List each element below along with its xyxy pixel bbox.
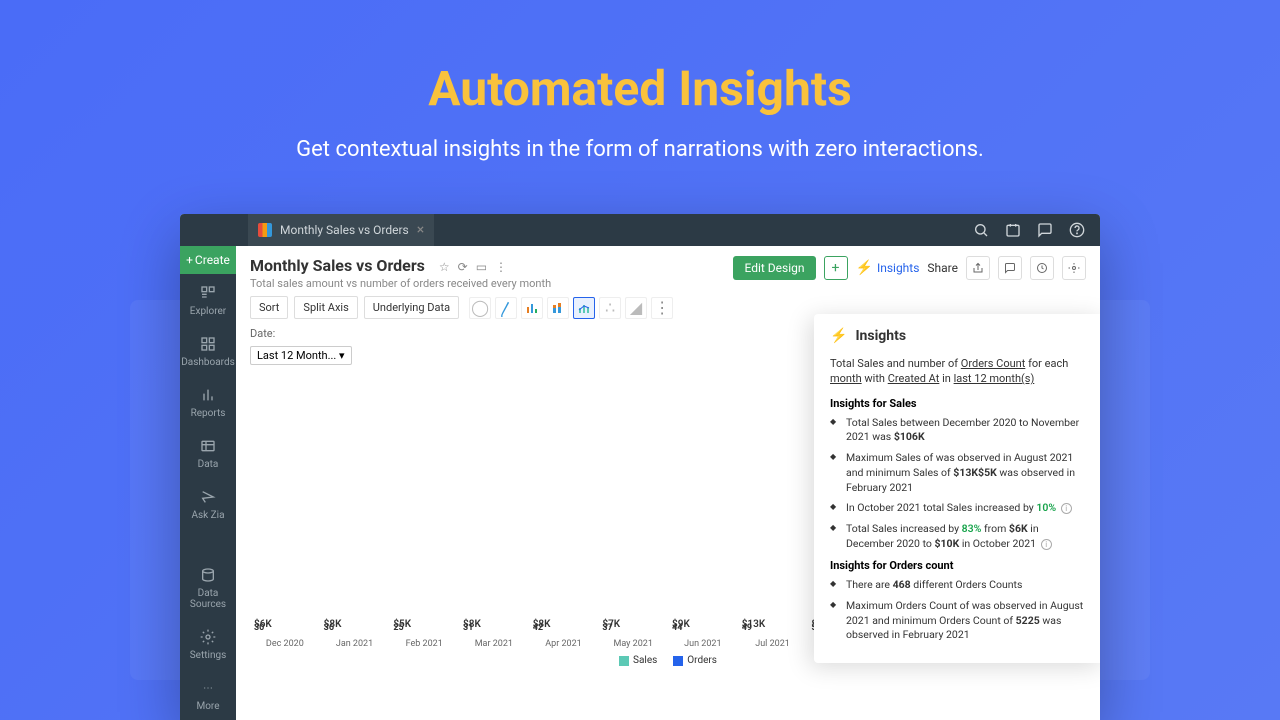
- orders-insights-list: There are 468 different Orders Counts Max…: [830, 578, 1088, 643]
- gear-icon: [199, 628, 217, 646]
- hero-title: Automated Insights: [0, 60, 1280, 117]
- chat-icon[interactable]: [998, 256, 1022, 280]
- legend-swatch-sales: [619, 656, 629, 666]
- hero-section: Automated Insights Get contextual insigh…: [0, 0, 1280, 162]
- insight-item: Maximum Sales of was observed in August …: [842, 451, 1088, 495]
- insights-orders-heading: Insights for Orders count: [830, 559, 1088, 572]
- tab-label: Monthly Sales vs Orders: [280, 223, 409, 237]
- sidebar-item-reports[interactable]: Reports: [180, 376, 236, 427]
- chart-type-bar[interactable]: [521, 297, 543, 319]
- history-icon[interactable]: [1030, 256, 1054, 280]
- share-button[interactable]: Share: [927, 261, 958, 275]
- insight-item: Maximum Orders Count of was observed in …: [842, 599, 1088, 643]
- export-icon[interactable]: [966, 256, 990, 280]
- dashboards-icon: [199, 335, 217, 353]
- legend-orders: Orders: [673, 655, 717, 666]
- titlebar: Monthly Sales vs Orders ×: [180, 214, 1100, 246]
- sidebar-item-ask-zia[interactable]: Ask Zia: [180, 478, 236, 529]
- split-axis-button[interactable]: Split Axis: [294, 296, 357, 319]
- x-axis-label: Mar 2021: [463, 639, 525, 649]
- help-icon[interactable]: [1068, 221, 1086, 239]
- app-window: Monthly Sales vs Orders × + Create Explo…: [180, 214, 1100, 720]
- x-axis-label: Jan 2021: [324, 639, 386, 649]
- insight-item: Total Sales increased by 83% from $6K in…: [842, 522, 1088, 551]
- search-icon[interactable]: [972, 221, 990, 239]
- x-axis-label: Jun 2021: [672, 639, 734, 649]
- sidebar-item-more[interactable]: ⋯More: [180, 669, 236, 720]
- settings-icon[interactable]: [1062, 256, 1086, 280]
- chart-type-area[interactable]: ◢: [625, 297, 647, 319]
- create-button[interactable]: + Create: [180, 246, 236, 274]
- insight-item: Total Sales between December 2020 to Nov…: [842, 416, 1088, 445]
- calendar-icon[interactable]: [1004, 221, 1022, 239]
- chart-type-more[interactable]: ⋮: [651, 297, 673, 319]
- date-filter-select[interactable]: Last 12 Month... ▾: [250, 346, 352, 365]
- zia-icon: [199, 488, 217, 506]
- x-axis-label: Dec 2020: [254, 639, 316, 649]
- sales-insights-list: Total Sales between December 2020 to Nov…: [830, 416, 1088, 552]
- hero-subtitle: Get contextual insights in the form of n…: [0, 137, 1280, 162]
- insight-item: In October 2021 total Sales increased by…: [842, 501, 1088, 516]
- insight-item: There are 468 different Orders Counts: [842, 578, 1088, 593]
- data-icon: [199, 437, 217, 455]
- x-axis-label: Apr 2021: [533, 639, 595, 649]
- header-right: Edit Design + ⚡Insights Share: [733, 256, 1086, 280]
- data-sources-icon: [199, 566, 217, 584]
- insights-sales-heading: Insights for Sales: [830, 397, 1088, 410]
- report-title: Monthly Sales vs Orders: [250, 256, 425, 275]
- legend-sales: Sales: [619, 655, 657, 666]
- zia-icon: ⚡: [856, 260, 873, 276]
- reports-icon: [199, 386, 217, 404]
- refresh-icon[interactable]: ⟳: [458, 260, 468, 274]
- legend-swatch-orders: [673, 656, 683, 666]
- chart-type-stacked[interactable]: [547, 297, 569, 319]
- titlebar-actions: [972, 221, 1100, 239]
- insights-panel: ⚡ Insights Total Sales and number of Ord…: [814, 314, 1100, 663]
- sort-button[interactable]: Sort: [250, 296, 288, 319]
- chart-type-line[interactable]: 〳: [495, 297, 517, 319]
- chart-type-pie[interactable]: ◯: [469, 297, 491, 319]
- tab-monthly-sales[interactable]: Monthly Sales vs Orders ×: [248, 214, 434, 246]
- chart-type-combo[interactable]: [573, 297, 595, 319]
- sidebar-item-dashboards[interactable]: Dashboards: [180, 325, 236, 376]
- sidebar-item-data[interactable]: Data: [180, 427, 236, 478]
- explorer-icon: [199, 284, 217, 302]
- chart-type-scatter[interactable]: ∴: [599, 297, 621, 319]
- chart-type-selector: ◯ 〳 ∴ ◢ ⋮: [469, 297, 673, 319]
- comment-icon[interactable]: [1036, 221, 1054, 239]
- insights-summary: Total Sales and number of Orders Count f…: [830, 356, 1088, 387]
- x-axis-label: Jul 2021: [742, 639, 804, 649]
- save-icon[interactable]: ▭: [476, 260, 487, 274]
- x-axis-label: May 2021: [602, 639, 664, 649]
- report-header: Monthly Sales vs Orders ☆ ⟳ ▭ ⋮ Total sa…: [236, 246, 1100, 296]
- underlying-data-button[interactable]: Underlying Data: [364, 296, 459, 319]
- chart-icon: [258, 223, 272, 237]
- insights-title: ⚡ Insights: [830, 328, 1088, 344]
- report-subtitle: Total sales amount vs number of orders r…: [250, 277, 551, 290]
- menu-icon[interactable]: ⋮: [495, 260, 507, 274]
- x-axis-label: Feb 2021: [393, 639, 455, 649]
- header-left: Monthly Sales vs Orders ☆ ⟳ ▭ ⋮ Total sa…: [250, 256, 551, 290]
- sidebar-item-settings[interactable]: Settings: [180, 618, 236, 669]
- more-icon: ⋯: [199, 679, 217, 697]
- close-icon[interactable]: ×: [417, 222, 424, 238]
- edit-design-button[interactable]: Edit Design: [733, 256, 815, 280]
- add-button[interactable]: +: [824, 256, 848, 280]
- star-icon[interactable]: ☆: [439, 260, 450, 274]
- zia-icon: ⚡: [830, 328, 847, 344]
- plus-icon: +: [186, 253, 193, 267]
- sidebar-item-explorer[interactable]: Explorer: [180, 274, 236, 325]
- sidebar: + Create Explorer Dashboards Reports Dat…: [180, 246, 236, 720]
- sidebar-item-data-sources[interactable]: Data Sources: [180, 556, 236, 618]
- insights-button[interactable]: ⚡Insights: [856, 260, 920, 276]
